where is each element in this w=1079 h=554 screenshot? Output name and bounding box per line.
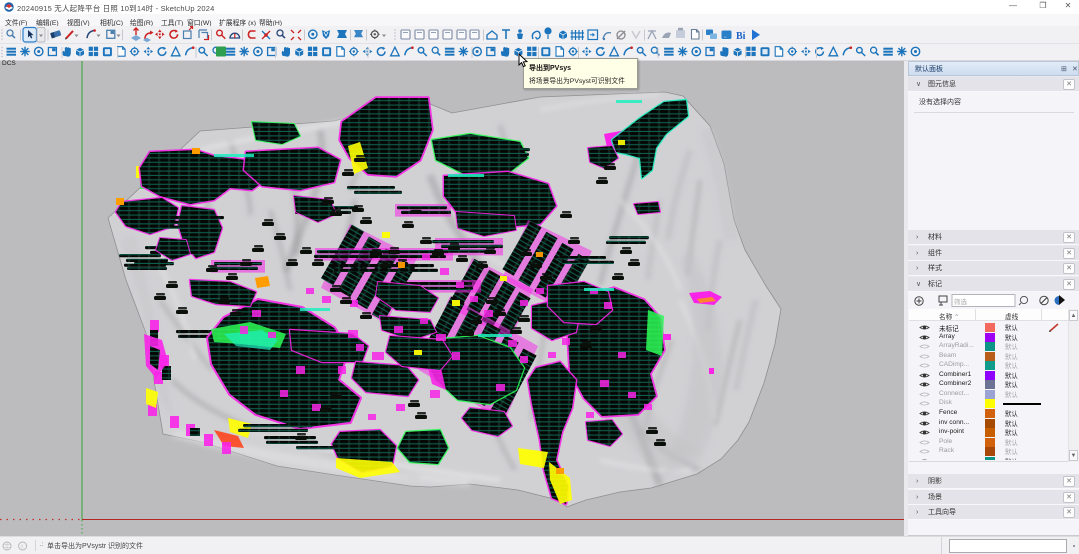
svg-text:..: .. (724, 33, 728, 39)
svg-text:Bi: Bi (736, 31, 746, 42)
svg-text:i: i (21, 543, 22, 550)
